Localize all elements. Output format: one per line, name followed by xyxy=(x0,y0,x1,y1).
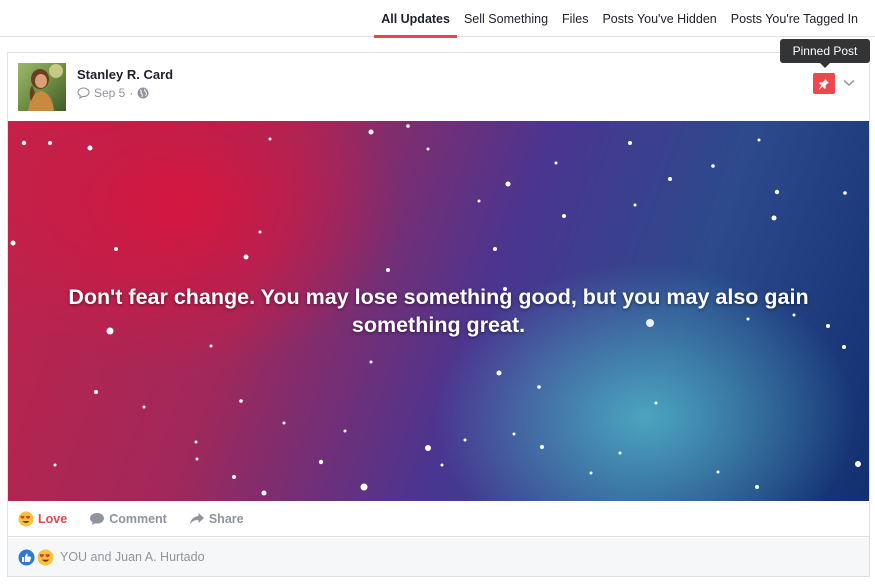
chevron-down-icon xyxy=(843,79,855,87)
reaction-icons xyxy=(18,549,54,566)
share-button[interactable]: Share xyxy=(189,512,244,526)
share-arrow-icon xyxy=(189,512,205,526)
share-label: Share xyxy=(208,511,244,526)
reactions-text: YOU and Juan A. Hurtado xyxy=(60,550,205,564)
comment-icon xyxy=(89,512,105,526)
pin-button[interactable] xyxy=(813,73,835,94)
meta-separator: · xyxy=(129,86,134,100)
post-filter-tabs: All Updates Sell Something Files Posts Y… xyxy=(0,0,875,38)
post-actions-bar: Love Comment Share xyxy=(8,501,869,537)
avatar[interactable] xyxy=(18,63,66,111)
quote-text: Don't fear change. You may lose somethin… xyxy=(68,285,809,337)
comment-bubble-icon xyxy=(77,87,90,99)
tab-posts-tagged[interactable]: Posts You're Tagged In xyxy=(724,0,865,37)
pin-icon xyxy=(818,78,830,90)
tab-sell-something[interactable]: Sell Something xyxy=(457,0,555,37)
post-date[interactable]: Sep 5 xyxy=(94,86,125,100)
post-card: Stanley R. Card Sep 5 · Don't fear chang… xyxy=(7,52,870,577)
love-reaction-icon xyxy=(37,549,54,566)
love-emoji-icon xyxy=(18,511,34,527)
post-header: Stanley R. Card Sep 5 · xyxy=(8,53,869,121)
tab-all-updates[interactable]: All Updates xyxy=(374,0,457,38)
love-label: Love xyxy=(38,511,68,526)
love-button[interactable]: Love xyxy=(18,511,67,527)
tab-posts-hidden[interactable]: Posts You've Hidden xyxy=(595,0,723,37)
post-options-button[interactable] xyxy=(841,75,857,91)
quote-banner-image: Don't fear change. You may lose somethin… xyxy=(8,121,869,501)
post-meta: Sep 5 · xyxy=(77,86,149,100)
reactions-summary[interactable]: YOU and Juan A. Hurtado xyxy=(8,538,869,576)
like-reaction-icon xyxy=(18,549,35,566)
pinned-post-tooltip: Pinned Post xyxy=(780,39,870,68)
tab-files[interactable]: Files xyxy=(555,0,595,37)
author-name[interactable]: Stanley R. Card xyxy=(77,67,173,82)
comment-button[interactable]: Comment xyxy=(89,512,167,526)
comment-label: Comment xyxy=(109,511,167,526)
globe-icon xyxy=(137,87,149,99)
